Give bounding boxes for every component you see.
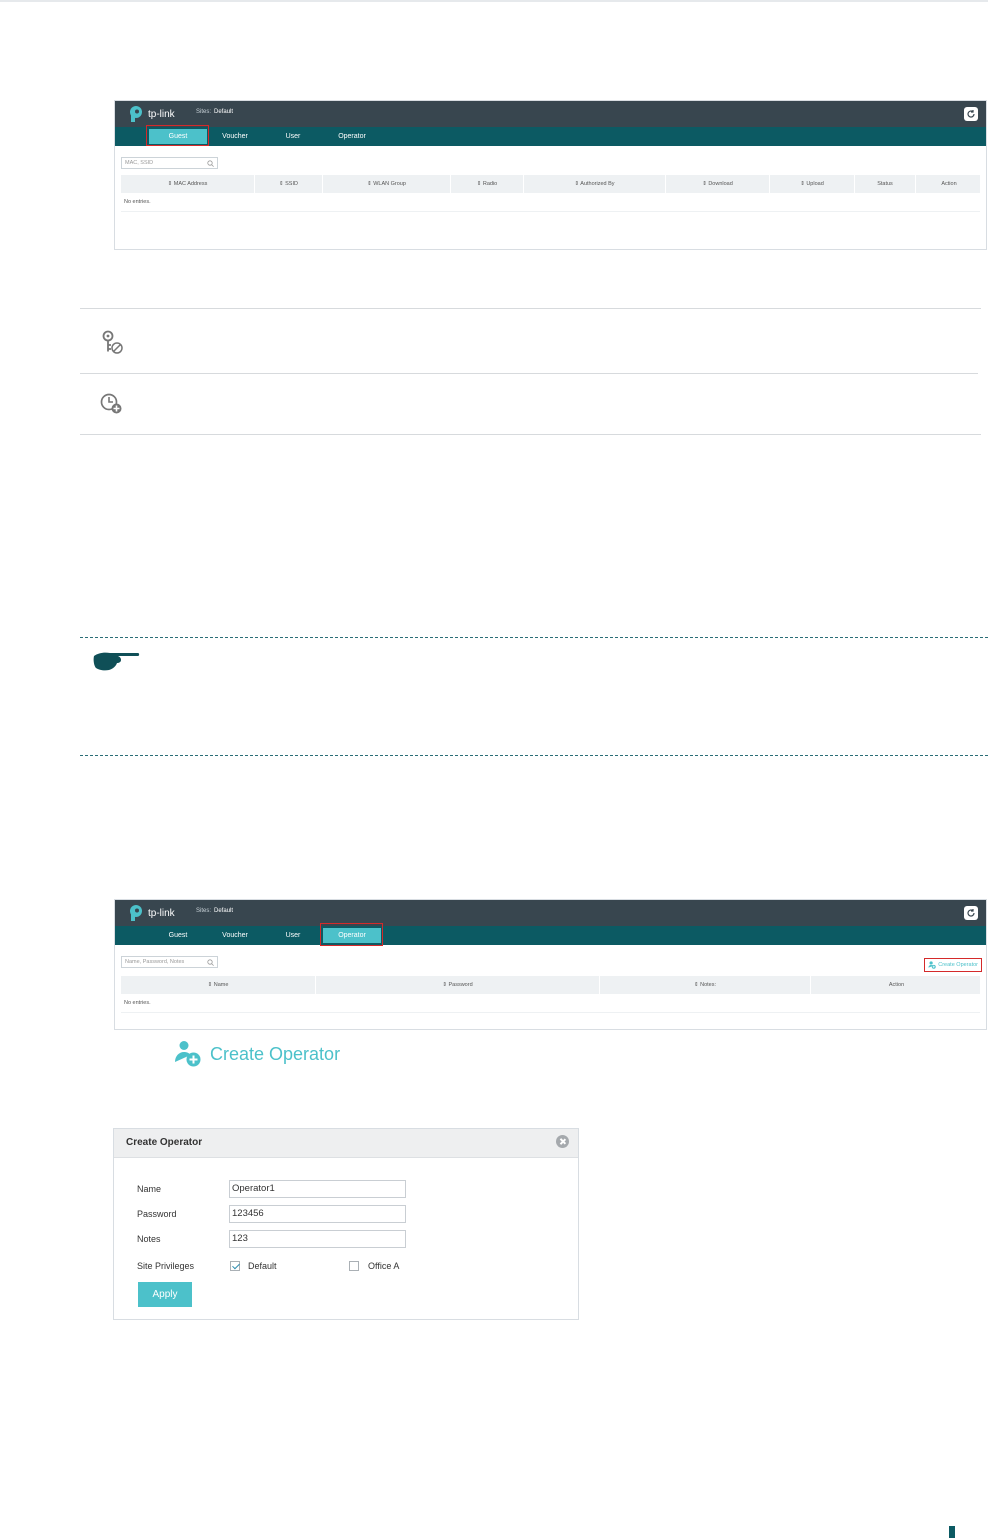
highlight-box (146, 125, 209, 146)
name-field[interactable]: Operator1 (229, 1180, 406, 1198)
empty-row: No entries. (121, 994, 980, 1013)
tab-voucher[interactable]: Voucher (206, 127, 264, 146)
col-upload[interactable]: ⇕ Upload (770, 175, 855, 193)
pointing-hand-icon (93, 652, 140, 671)
extend-time-icon (100, 393, 122, 414)
col-wlan-group[interactable]: ⇕ WLAN Group (323, 175, 451, 193)
refresh-button[interactable] (964, 906, 978, 920)
divider (80, 308, 981, 309)
top-rule (0, 0, 988, 2)
password-label: Password (137, 1209, 177, 1219)
page-marker (949, 1526, 955, 1538)
close-icon[interactable] (556, 1135, 569, 1148)
add-user-icon (928, 961, 936, 969)
tp-link-logo-icon (130, 905, 142, 921)
create-operator-link[interactable]: Create Operator (924, 958, 982, 972)
tp-link-logo: tp-link (127, 904, 175, 922)
app-header: tp-link Sites: Default (115, 900, 986, 926)
divider (80, 373, 978, 374)
apply-button[interactable]: Apply (138, 1282, 192, 1307)
create-operator-dialog: Create Operator Name Operator1 Password … (113, 1128, 579, 1320)
refresh-icon (967, 110, 975, 118)
divider (80, 434, 981, 435)
tab-bar: Guest Voucher User Operator (115, 125, 986, 146)
tp-link-logo: tp-link (127, 105, 175, 123)
search-icon (207, 160, 214, 167)
tab-operator[interactable]: Operator (323, 127, 381, 146)
dialog-title: Create Operator (126, 1137, 203, 1148)
tab-user[interactable]: User (264, 127, 322, 146)
app-header: tp-link Sites: Default (115, 101, 986, 127)
tab-bar: Guest Voucher User Operator (115, 923, 986, 946)
col-ssid[interactable]: ⇕ SSID (255, 175, 323, 193)
tab-user[interactable]: User (264, 926, 322, 945)
col-password[interactable]: ⇕ Password (316, 976, 600, 994)
col-action: Action (941, 181, 957, 187)
dialog-header: Create Operator (114, 1129, 578, 1158)
col-notes[interactable]: ⇕ Notes: (600, 976, 811, 994)
site-office-a-label: Office A (368, 1261, 400, 1271)
tab-guest[interactable]: Guest (149, 926, 207, 945)
search-input[interactable]: Name, Password, Notes (121, 956, 218, 968)
empty-row: No entries. (121, 193, 980, 212)
search-icon (207, 959, 214, 966)
icon-table (80, 308, 981, 435)
site-office-a-checkbox[interactable] (349, 1261, 359, 1271)
unauthorize-key-icon (102, 330, 123, 354)
guest-screenshot: tp-link Sites: Default Guest Voucher User… (114, 100, 987, 250)
notes-field[interactable]: 123 (229, 1230, 406, 1248)
col-authorized-by[interactable]: ⇕ Authorized By (524, 175, 666, 193)
highlight-box (320, 923, 383, 946)
refresh-icon (967, 909, 975, 917)
site-selector[interactable]: Sites: Default (196, 908, 233, 914)
tp-link-logo-icon (130, 106, 142, 122)
table-header: ⇕ Name ⇕ Password ⇕ Notes: Action (121, 976, 980, 994)
col-name[interactable]: ⇕ Name (121, 976, 316, 994)
tab-voucher[interactable]: Voucher (206, 926, 264, 945)
refresh-button[interactable] (964, 107, 978, 121)
site-selector[interactable]: Sites: Default (196, 109, 233, 115)
search-input[interactable]: MAC, SSID (121, 157, 218, 169)
col-radio[interactable]: ⇕ Radio (451, 175, 524, 193)
note-bottom-border (80, 755, 988, 756)
create-operator-button[interactable]: Create Operator (174, 1040, 340, 1068)
site-default-label: Default (248, 1261, 277, 1271)
table-header: ⇕ MAC Address ⇕ SSID ⇕ WLAN Group ⇕ Radi… (121, 175, 980, 193)
col-action: Action (888, 982, 905, 988)
notes-label: Notes (137, 1234, 161, 1244)
col-mac-address[interactable]: ⇕ MAC Address (121, 175, 255, 193)
note-top-border (80, 637, 988, 638)
password-field[interactable]: 123456 (229, 1205, 406, 1223)
site-default-checkbox[interactable] (230, 1261, 240, 1271)
add-user-icon (175, 1041, 201, 1067)
col-status: Status (855, 175, 916, 193)
col-download[interactable]: ⇕ Download (666, 175, 770, 193)
site-privileges-label: Site Privileges (137, 1261, 195, 1271)
name-label: Name (137, 1184, 162, 1194)
operator-screenshot: tp-link Sites: Default Guest Voucher User… (114, 899, 987, 1030)
